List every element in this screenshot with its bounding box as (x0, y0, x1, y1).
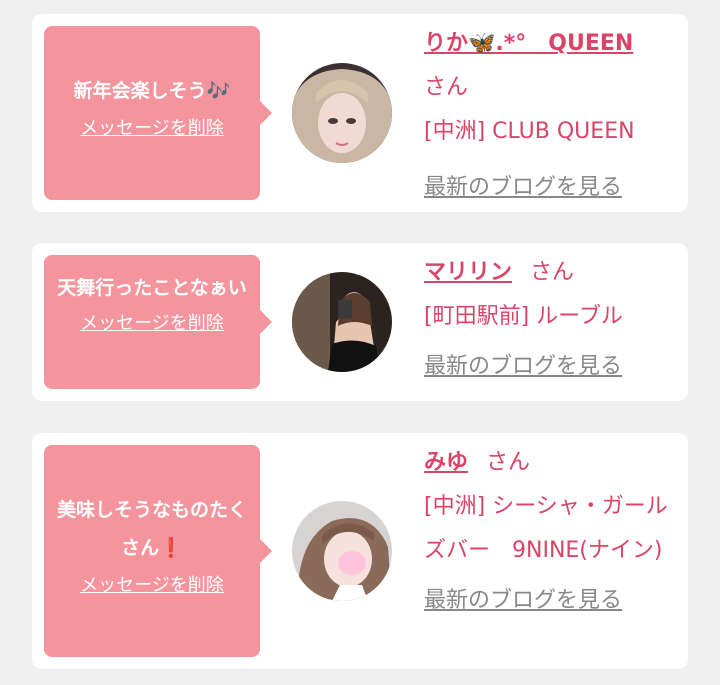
latest-blog-link[interactable]: 最新のブログを見る (424, 588, 622, 613)
delete-message-link[interactable]: メッセージを削除 (80, 571, 224, 597)
message-bubble: 新年会楽しそう🎶 メッセージを削除 (44, 26, 272, 200)
honorific: さん (424, 75, 469, 100)
honorific: さん (486, 450, 531, 475)
message-text: 美味しそうなものたくさん❗ (56, 499, 247, 559)
girl-name-link[interactable]: みゆ (424, 450, 468, 475)
message-card: 美味しそうなものたくさん❗ メッセージを削除 みゆ さん [中洲] シーシャ・ガー… (32, 433, 688, 669)
delete-message-link[interactable]: メッセージを削除 (80, 309, 224, 335)
avatar[interactable] (292, 272, 392, 372)
delete-message-link[interactable]: メッセージを削除 (80, 114, 224, 140)
avatar[interactable] (292, 501, 392, 601)
girl-name-link[interactable]: りか🦋.*° QUEEN (424, 31, 633, 56)
girl-info: みゆ さん [中洲] シーシャ・ガールズバー 9NINE(ナイン) 最新のブログを… (424, 441, 676, 623)
message-text: 新年会楽しそう🎶 (73, 80, 231, 102)
message-bubble: 美味しそうなものたくさん❗ メッセージを削除 (44, 445, 272, 657)
honorific: さん (530, 260, 575, 285)
exclamation-icon: ❗ (159, 537, 183, 559)
message-card: 天舞行ったことなぁい メッセージを削除 マリリン さん [町田駅前] ルーブル 最… (32, 243, 688, 401)
avatar[interactable] (292, 63, 392, 163)
message-bubble: 天舞行ったことなぁい メッセージを削除 (44, 255, 272, 389)
shop-name: [中洲] CLUB QUEEN (424, 119, 635, 144)
message-card: 新年会楽しそう🎶 メッセージを削除 りか🦋.*° QUEEN さん [中洲] C… (32, 14, 688, 212)
music-notes-icon: 🎶 (206, 80, 231, 102)
shop-name: [中洲] シーシャ・ガールズバー 9NINE(ナイン) (424, 494, 668, 563)
latest-blog-link[interactable]: 最新のブログを見る (424, 354, 622, 379)
shop-name: [町田駅前] ルーブル (424, 304, 623, 329)
message-text: 天舞行ったことなぁい (57, 277, 247, 299)
latest-blog-link[interactable]: 最新のブログを見る (424, 175, 622, 200)
girl-info: マリリン さん [町田駅前] ルーブル 最新のブログを見る (424, 251, 676, 389)
girl-info: りか🦋.*° QUEEN さん [中洲] CLUB QUEEN 最新のブログを見… (424, 22, 676, 210)
girl-name-link[interactable]: マリリン (424, 260, 512, 285)
